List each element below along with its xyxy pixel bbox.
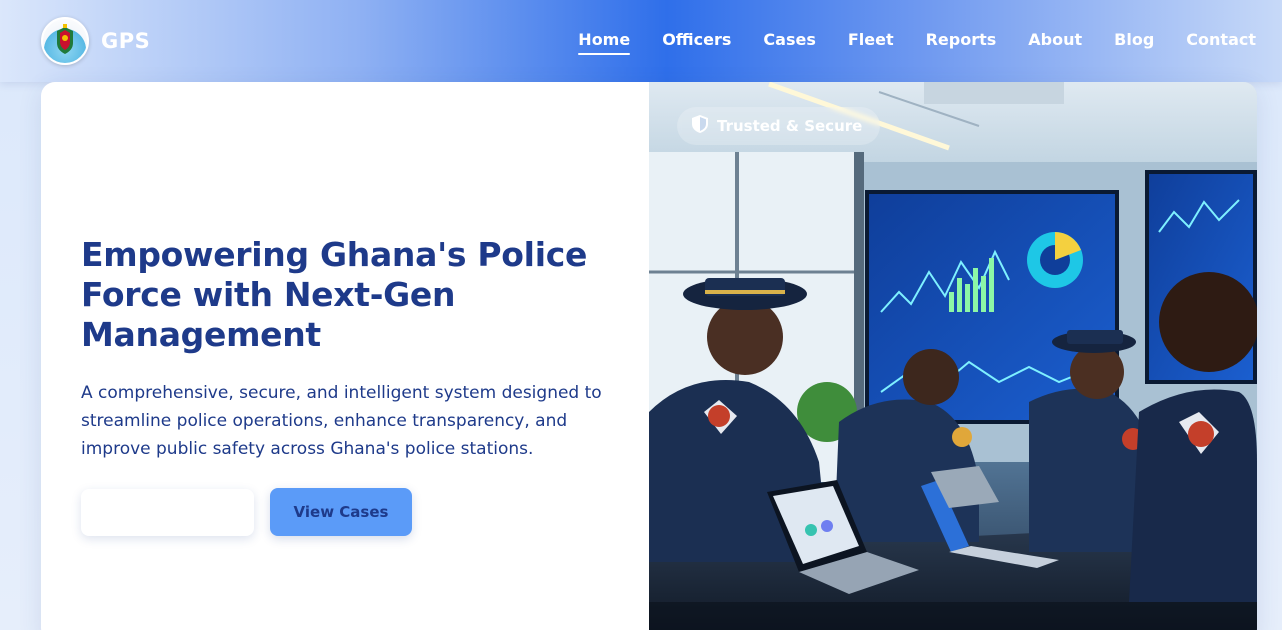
nav-reports[interactable]: Reports xyxy=(926,30,997,53)
main-nav: Home Officers Cases Fleet Reports About … xyxy=(578,30,1256,55)
shield-icon xyxy=(691,114,709,138)
nav-contact[interactable]: Contact xyxy=(1186,30,1256,53)
view-cases-button[interactable]: View Cases xyxy=(270,488,412,536)
hero-description: A comprehensive, secure, and intelligent… xyxy=(81,383,602,459)
nav-officers[interactable]: Officers xyxy=(662,30,731,53)
police-command-room-illustration xyxy=(649,82,1257,630)
nav-home[interactable]: Home xyxy=(578,30,630,55)
brand-name: GPS xyxy=(101,29,151,53)
logo-link[interactable]: GPS xyxy=(41,17,150,65)
hero-text-panel: Empowering Ghana's Police Force with Nex… xyxy=(41,82,649,630)
nav-fleet[interactable]: Fleet xyxy=(848,30,894,53)
site-header: GPS Home Officers Cases Fleet Reports Ab… xyxy=(0,0,1282,82)
nav-about[interactable]: About xyxy=(1028,30,1082,53)
primary-cta-button[interactable] xyxy=(81,489,254,536)
nav-blog[interactable]: Blog xyxy=(1114,30,1154,53)
police-crest-icon xyxy=(41,17,89,65)
hero-image: Trusted & Secure xyxy=(649,82,1257,630)
trust-badge: Trusted & Secure xyxy=(677,107,881,145)
hero-card: Empowering Ghana's Police Force with Nex… xyxy=(41,82,1257,630)
nav-cases[interactable]: Cases xyxy=(763,30,815,53)
hero-title: Empowering Ghana's Police Force with Nex… xyxy=(81,235,588,354)
trust-badge-label: Trusted & Secure xyxy=(717,117,863,135)
